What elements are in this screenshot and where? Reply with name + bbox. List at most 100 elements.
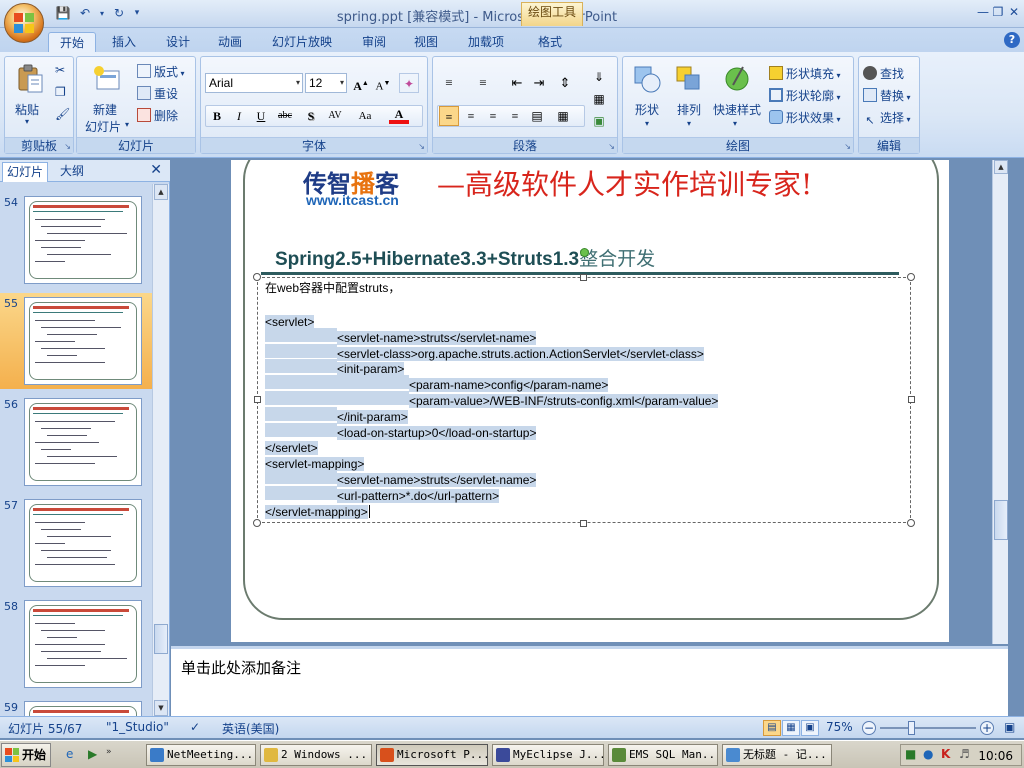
close-button[interactable]: ✕ [1003, 4, 1024, 22]
tab-slides[interactable]: 幻灯片 [2, 162, 49, 182]
quick-styles-dropdown-icon[interactable]: ▾ [733, 119, 737, 128]
new-slide-label-2[interactable]: 幻灯片 [85, 118, 121, 135]
scroll-up-icon[interactable]: ▲ [154, 184, 168, 200]
reset-button[interactable]: 重设 [137, 85, 178, 102]
drawing-launcher-icon[interactable]: ↘ [844, 142, 851, 151]
decrease-indent-icon[interactable]: ⇤ [507, 73, 527, 93]
justify-icon[interactable]: ≡ [505, 106, 525, 126]
taskbar-item[interactable]: 无标题 - 记... [722, 744, 832, 766]
editor-scrollbar[interactable]: ▲ [992, 160, 1008, 644]
resize-handle-bm[interactable] [580, 520, 587, 527]
tray-network-icon[interactable]: ■ [905, 747, 916, 761]
office-button[interactable] [4, 3, 44, 43]
format-painter-icon[interactable]: 🖌 [55, 107, 70, 121]
normal-view-icon[interactable]: ▤ [763, 720, 781, 736]
align-right-icon[interactable]: ≡ [483, 106, 503, 126]
language[interactable]: 英语(美国) [222, 720, 279, 737]
grow-font-icon[interactable]: A▲ [351, 73, 371, 93]
shape-fill-button[interactable]: 形状填充 ▾ [769, 65, 841, 82]
find-button[interactable]: 查找 [863, 65, 904, 82]
quick-launch-dropdown-icon[interactable]: » [106, 747, 112, 757]
slide-thumbnail-55[interactable]: 55 [0, 293, 152, 389]
resize-handle-br[interactable] [907, 519, 915, 527]
font-launcher-icon[interactable]: ↘ [418, 142, 425, 151]
underline-icon[interactable]: U [251, 106, 271, 126]
taskbar-item[interactable]: Microsoft P... [376, 744, 488, 766]
editor-scroll-thumb[interactable] [994, 500, 1008, 540]
zoom-slider-track[interactable] [880, 727, 976, 729]
distributed-icon[interactable]: ▤ [527, 106, 547, 126]
shapes-label[interactable]: 形状 [635, 101, 659, 118]
increase-indent-icon[interactable]: ⇥ [529, 73, 549, 93]
scroll-thumb[interactable] [154, 624, 168, 654]
tab-outline[interactable]: 大纲 [56, 162, 88, 182]
taskbar-item[interactable]: 2 Windows ... [260, 744, 372, 766]
shadow-icon[interactable]: S [301, 106, 321, 126]
tray-antivirus-icon[interactable]: K [941, 747, 950, 761]
tray-app-icon[interactable]: ● [923, 747, 933, 761]
slides-pane-scrollbar[interactable]: ▲ ▼ [152, 184, 169, 716]
resize-handle-tr[interactable] [907, 273, 915, 281]
shape-outline-button[interactable]: 形状轮廓 ▾ [769, 87, 841, 104]
zoom-slider-knob[interactable] [907, 721, 915, 735]
arrange-label[interactable]: 排列 [677, 101, 701, 118]
paste-label[interactable]: 粘贴 [15, 101, 39, 118]
tab-review[interactable]: 审阅 [352, 32, 396, 52]
zoom-in-icon[interactable]: + [980, 721, 994, 735]
columns-icon[interactable]: ▦ [553, 106, 573, 126]
taskbar-item[interactable]: NetMeeting... [146, 744, 256, 766]
tab-addins[interactable]: 加载项 [458, 32, 514, 52]
fit-to-window-icon[interactable]: ▣ [1004, 720, 1015, 734]
help-icon[interactable]: ? [1004, 32, 1020, 48]
paste-icon[interactable] [15, 63, 47, 95]
editor-scroll-up-icon[interactable]: ▲ [994, 160, 1008, 174]
align-left-icon[interactable]: ≡ [439, 106, 459, 126]
new-slide-dropdown-icon[interactable]: ▾ [125, 120, 129, 129]
copy-icon[interactable]: ❐ [55, 85, 66, 99]
italic-icon[interactable]: I [229, 106, 249, 126]
paste-dropdown-icon[interactable]: ▾ [25, 117, 29, 126]
delete-button[interactable]: 删除 [137, 107, 178, 124]
tab-format[interactable]: 格式 [526, 32, 574, 52]
slide-thumbnail-59[interactable]: 59 [0, 697, 152, 716]
slide-sorter-view-icon[interactable]: ▦ [782, 720, 800, 736]
shrink-font-icon[interactable]: A▼ [373, 73, 393, 93]
new-slide-icon[interactable] [91, 63, 123, 95]
slide-title[interactable]: Spring2.5+Hibernate3.3+Struts1.3整合开发 [275, 244, 655, 271]
arrange-dropdown-icon[interactable]: ▾ [687, 119, 691, 128]
spellcheck-icon[interactable]: ✓ [190, 720, 200, 734]
tab-home[interactable]: 开始 [48, 32, 96, 52]
align-center-icon[interactable]: ≡ [461, 106, 481, 126]
bullets-icon[interactable]: ≡ [439, 73, 459, 93]
select-button[interactable]: ↖ 选择 ▾ [863, 109, 910, 128]
new-slide-label[interactable]: 新建 [93, 101, 117, 118]
align-text-icon[interactable]: ▦ [589, 89, 609, 109]
change-case-icon[interactable]: Aa [355, 106, 375, 126]
replace-button[interactable]: 替换 ▾ [863, 87, 911, 104]
cut-icon[interactable]: ✂ [55, 63, 65, 77]
quick-launch-media-icon[interactable]: ▶ [88, 747, 97, 761]
slide-thumbnail-57[interactable]: 57 [0, 495, 152, 591]
resize-handle-tm[interactable] [580, 274, 587, 281]
strikethrough-icon[interactable]: abc [275, 106, 295, 126]
arrange-icon[interactable] [673, 63, 705, 95]
shapes-dropdown-icon[interactable]: ▾ [645, 119, 649, 128]
bold-icon[interactable]: B [207, 106, 227, 126]
resize-handle-tl[interactable] [253, 273, 261, 281]
scroll-down-icon[interactable]: ▼ [154, 700, 168, 716]
smartart-icon[interactable]: ▣ [589, 111, 609, 131]
tab-animations[interactable]: 动画 [208, 32, 252, 52]
clear-format-icon[interactable]: ✦ [399, 73, 419, 93]
paragraph-launcher-icon[interactable]: ↘ [608, 142, 615, 151]
title-rotate-handle[interactable] [580, 248, 589, 257]
text-direction-icon[interactable]: ⇓ [589, 67, 609, 87]
shapes-icon[interactable] [631, 63, 663, 95]
start-button[interactable]: 开始 [1, 743, 51, 767]
tab-slideshow[interactable]: 幻灯片放映 [262, 32, 342, 52]
taskbar-item[interactable]: MyEclipse J... [492, 744, 604, 766]
font-name-combo[interactable]: Arial ▾ [205, 73, 303, 93]
slideshow-view-icon[interactable]: ▣ [801, 720, 819, 736]
tab-insert[interactable]: 插入 [102, 32, 146, 52]
layout-button[interactable]: 版式 ▾ [137, 63, 185, 80]
shape-effects-button[interactable]: 形状效果 ▾ [769, 109, 841, 126]
